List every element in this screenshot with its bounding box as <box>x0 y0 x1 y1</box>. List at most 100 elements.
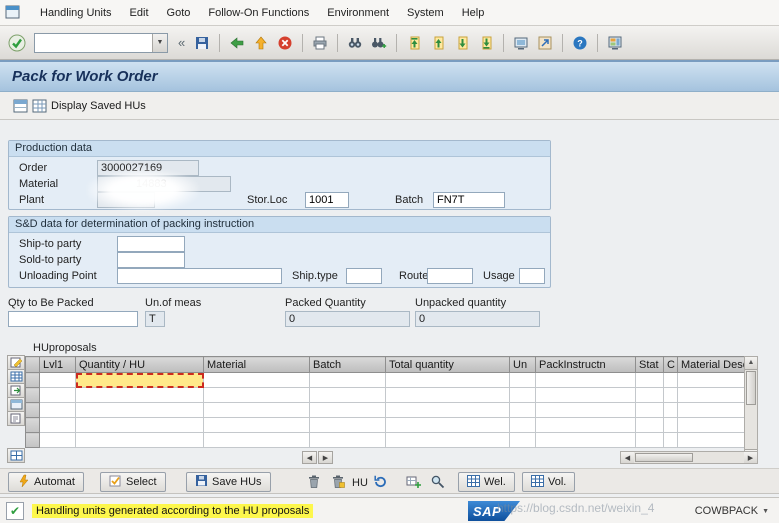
table-cell[interactable] <box>39 387 76 403</box>
table-tool-icon-1[interactable] <box>7 355 25 370</box>
detail-magnifier-icon[interactable] <box>430 474 445 489</box>
table-cell[interactable] <box>535 402 636 418</box>
table-cell[interactable] <box>509 417 536 433</box>
table-cell[interactable] <box>509 387 536 403</box>
hscroll-left-icon[interactable]: ◀ <box>621 452 634 463</box>
column-header-7[interactable]: Stat <box>635 356 664 373</box>
qty-to-be-packed-field[interactable] <box>8 311 138 327</box>
menu-item-handling-units[interactable]: Handling Units <box>31 3 121 23</box>
table-tool-icon-2[interactable] <box>7 369 25 384</box>
command-input[interactable] <box>35 33 152 52</box>
print-icon[interactable] <box>309 32 331 54</box>
table-cell[interactable] <box>309 417 386 433</box>
table-cell[interactable] <box>535 417 636 433</box>
row-selector[interactable] <box>25 432 40 448</box>
table-cell[interactable] <box>385 432 510 448</box>
create-shortcut-icon[interactable] <box>534 32 556 54</box>
volume-button[interactable]: Vol. <box>522 472 576 492</box>
table-cell[interactable] <box>75 432 204 448</box>
collapse-toolbar-icon[interactable]: « <box>174 35 189 50</box>
scroll-right-icon[interactable]: ▶ <box>318 451 333 464</box>
column-header-8[interactable]: C <box>663 356 678 373</box>
table-cell[interactable] <box>309 372 386 388</box>
delete-icon[interactable] <box>306 474 321 489</box>
page-down-icon[interactable] <box>451 32 473 54</box>
column-header-5[interactable]: Un <box>509 356 536 373</box>
find-icon[interactable] <box>344 32 366 54</box>
row-selector[interactable] <box>25 372 40 388</box>
table-cell[interactable] <box>385 417 510 433</box>
table-cell[interactable] <box>203 372 310 388</box>
column-header-3[interactable]: Batch <box>309 356 386 373</box>
sold-to-party-field[interactable] <box>117 252 185 268</box>
cancel-icon[interactable] <box>274 32 296 54</box>
column-header-4[interactable]: Total quantity <box>385 356 510 373</box>
table-cell[interactable] <box>385 402 510 418</box>
menu-item-goto[interactable]: Goto <box>158 3 200 23</box>
route-field[interactable] <box>427 268 473 284</box>
hscrollbar-thumb[interactable] <box>635 453 693 462</box>
page-up-icon[interactable] <box>427 32 449 54</box>
hscroll-right-icon[interactable]: ▶ <box>744 452 757 463</box>
create-item-icon[interactable] <box>406 474 421 489</box>
table-cell[interactable] <box>39 417 76 433</box>
ship-type-field[interactable] <box>346 268 382 284</box>
table-cell[interactable] <box>39 432 76 448</box>
last-page-icon[interactable] <box>475 32 497 54</box>
row-selector[interactable] <box>25 417 40 433</box>
table-cell[interactable] <box>663 387 678 403</box>
first-page-icon[interactable] <box>403 32 425 54</box>
table-cell[interactable] <box>509 402 536 418</box>
table-cell[interactable] <box>677 432 745 448</box>
command-field[interactable]: ▼ <box>34 32 168 53</box>
horizontal-scrollbar[interactable]: ◀ ▶ <box>620 451 758 464</box>
row-selector[interactable] <box>25 387 40 403</box>
row-selector[interactable] <box>25 402 40 418</box>
table-cell[interactable] <box>677 402 745 418</box>
vertical-scrollbar[interactable]: ▲ ▼ <box>744 356 758 463</box>
undo-icon[interactable] <box>372 474 387 489</box>
save-icon[interactable] <box>191 32 213 54</box>
select-button[interactable]: Select <box>100 472 166 492</box>
scroll-up-icon[interactable]: ▲ <box>745 357 757 370</box>
column-header-2[interactable]: Material <box>203 356 310 373</box>
table-cell[interactable] <box>635 372 664 388</box>
table-cell[interactable] <box>385 372 510 388</box>
back-icon[interactable] <box>226 32 248 54</box>
scrollbar-thumb[interactable] <box>746 371 756 405</box>
table-cell[interactable] <box>535 432 636 448</box>
column-header-9[interactable]: Material Description <box>677 356 745 373</box>
ship-to-party-field[interactable] <box>117 236 185 252</box>
table-cell[interactable] <box>663 417 678 433</box>
menu-item-edit[interactable]: Edit <box>121 3 158 23</box>
menu-item-environment[interactable]: Environment <box>318 3 398 23</box>
row-selector-header[interactable] <box>25 356 40 373</box>
table-tool-icon-5[interactable] <box>7 411 25 426</box>
column-header-0[interactable]: Lvl1 <box>39 356 76 373</box>
table-cell[interactable] <box>635 387 664 403</box>
exit-icon[interactable] <box>250 32 272 54</box>
table-cell[interactable] <box>203 417 310 433</box>
table-cell[interactable] <box>635 417 664 433</box>
table-cell[interactable] <box>309 432 386 448</box>
table-cell[interactable] <box>635 402 664 418</box>
find-next-icon[interactable] <box>368 32 390 54</box>
table-cell[interactable] <box>535 372 636 388</box>
table-cell[interactable] <box>663 432 678 448</box>
command-dropdown-icon[interactable]: ▼ <box>152 33 167 52</box>
save-hus-button[interactable]: Save HUs <box>186 472 271 492</box>
table-cell[interactable] <box>203 432 310 448</box>
table-cell[interactable] <box>39 372 76 388</box>
storage-location-field[interactable] <box>305 192 349 208</box>
usage-field[interactable] <box>519 268 545 284</box>
table-tool-icon-6[interactable] <box>7 448 25 463</box>
table-cell[interactable] <box>75 402 204 418</box>
table-cell[interactable] <box>509 432 536 448</box>
display-saved-hus-button[interactable]: Display Saved HUs <box>8 97 151 115</box>
table-cell[interactable] <box>39 402 76 418</box>
column-header-6[interactable]: PackInstructn <box>535 356 636 373</box>
table-cell[interactable] <box>75 372 204 388</box>
table-cell[interactable] <box>75 387 204 403</box>
menu-item-system[interactable]: System <box>398 3 453 23</box>
table-cell[interactable] <box>677 417 745 433</box>
